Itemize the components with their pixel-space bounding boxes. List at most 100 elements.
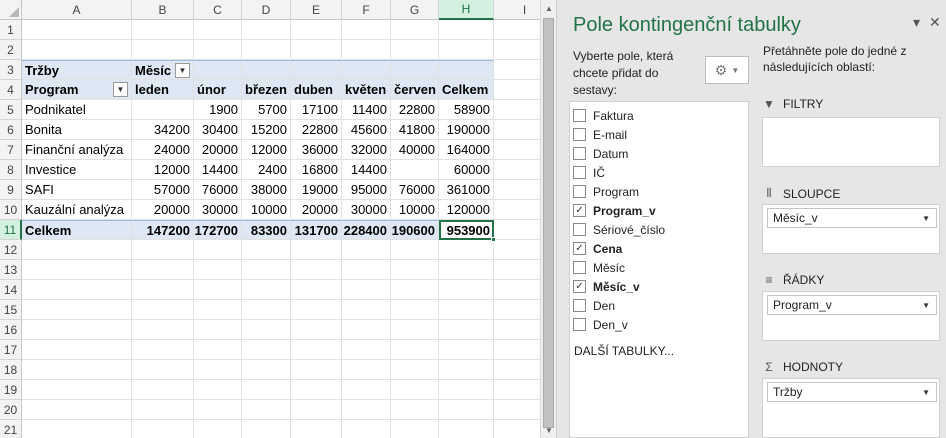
cell[interactable] <box>22 360 132 380</box>
checkbox-checked-icon[interactable]: ✓ <box>573 242 586 255</box>
cell[interactable] <box>391 340 439 360</box>
pivot-value-cell[interactable]: 38000 <box>242 180 291 200</box>
cell[interactable] <box>439 360 494 380</box>
cell[interactable] <box>194 240 242 260</box>
panel-options-chevron-icon[interactable]: ▾ <box>913 14 920 31</box>
cell[interactable] <box>291 340 342 360</box>
cell[interactable] <box>391 260 439 280</box>
cell[interactable] <box>291 400 342 420</box>
cell[interactable] <box>342 420 391 438</box>
pivot-value-cell[interactable]: 19000 <box>291 180 342 200</box>
cell[interactable] <box>194 40 242 60</box>
row-header-18[interactable]: 18 <box>0 360 22 380</box>
fill-handle[interactable] <box>491 237 496 242</box>
row-header-13[interactable]: 13 <box>0 260 22 280</box>
cell[interactable] <box>242 420 291 438</box>
pivot-value-cell[interactable]: 41800 <box>391 120 439 140</box>
cell[interactable] <box>391 320 439 340</box>
pivot-value-cell[interactable]: 58900 <box>439 100 494 120</box>
cell[interactable] <box>342 260 391 280</box>
row-header-19[interactable]: 19 <box>0 380 22 400</box>
cell[interactable] <box>132 380 194 400</box>
pivot-month-header[interactable]: březen <box>242 80 291 100</box>
row-filter-dropdown-icon[interactable]: ▼ <box>113 82 128 97</box>
cell[interactable] <box>342 360 391 380</box>
pivot-value-cell[interactable]: 32000 <box>342 140 391 160</box>
cell[interactable] <box>242 40 291 60</box>
row-header-1[interactable]: 1 <box>0 20 22 40</box>
pivot-value-cell[interactable]: 14400 <box>194 160 242 180</box>
cell[interactable] <box>132 360 194 380</box>
field-item[interactable]: Faktura <box>573 106 634 125</box>
pivot-column-field-header[interactable]: Měsíc ▼ <box>132 60 194 80</box>
pivot-value-cell[interactable]: 1900 <box>194 100 242 120</box>
checkbox-icon[interactable] <box>573 261 586 274</box>
scroll-down-arrow-icon[interactable]: ▼ <box>541 422 557 438</box>
cell[interactable] <box>132 260 194 280</box>
column-header-b[interactable]: B <box>132 0 194 20</box>
cell[interactable] <box>439 240 494 260</box>
pivot-value-cell[interactable] <box>391 160 439 180</box>
cell[interactable] <box>494 320 540 340</box>
cell[interactable] <box>342 40 391 60</box>
cell[interactable] <box>494 140 540 160</box>
tools-button[interactable]: ⚙ ▼ <box>705 56 749 84</box>
field-item[interactable]: ✓ Měsíc_v <box>573 277 640 296</box>
field-item[interactable]: Měsíc <box>573 258 625 277</box>
cell[interactable] <box>439 420 494 438</box>
pivot-month-header[interactable]: Celkem <box>439 80 494 100</box>
column-header-a[interactable]: A <box>22 0 132 20</box>
cell[interactable] <box>494 180 540 200</box>
cell[interactable] <box>439 300 494 320</box>
pivot-value-cell[interactable]: 40000 <box>391 140 439 160</box>
pivot-value-cell[interactable]: 76000 <box>194 180 242 200</box>
checkbox-icon[interactable] <box>573 147 586 160</box>
cell[interactable] <box>494 200 540 220</box>
cell[interactable] <box>494 20 540 40</box>
checkbox-icon[interactable] <box>573 166 586 179</box>
cell[interactable] <box>342 380 391 400</box>
cell[interactable] <box>342 340 391 360</box>
field-item[interactable]: ✓ Program_v <box>573 201 656 220</box>
pivot-value-label[interactable]: Tržby <box>22 60 132 80</box>
checkbox-icon[interactable] <box>573 185 586 198</box>
pivot-value-cell[interactable]: 57000 <box>132 180 194 200</box>
cell[interactable] <box>291 20 342 40</box>
cell[interactable] <box>439 320 494 340</box>
pivot-value-cell[interactable]: 15200 <box>242 120 291 140</box>
cell[interactable] <box>494 40 540 60</box>
pivot-row-label[interactable]: SAFI <box>22 180 132 200</box>
columns-drop-area[interactable]: Měsíc_v ▼ <box>762 204 940 254</box>
pivot-value-cell[interactable]: 36000 <box>291 140 342 160</box>
cell[interactable] <box>132 280 194 300</box>
cell[interactable] <box>22 340 132 360</box>
cell[interactable] <box>391 300 439 320</box>
cell[interactable] <box>439 260 494 280</box>
pivot-value-cell[interactable]: 20000 <box>194 140 242 160</box>
cell[interactable] <box>439 280 494 300</box>
cell[interactable] <box>22 260 132 280</box>
column-header-c[interactable]: C <box>194 0 242 20</box>
row-header-20[interactable]: 20 <box>0 400 22 420</box>
pivot-value-cell[interactable]: 30400 <box>194 120 242 140</box>
cell[interactable] <box>291 320 342 340</box>
pivot-month-header[interactable]: červen <box>391 80 439 100</box>
row-header-5[interactable]: 5 <box>0 100 22 120</box>
checkbox-icon[interactable] <box>573 318 586 331</box>
cell[interactable] <box>494 340 540 360</box>
cell[interactable] <box>391 40 439 60</box>
field-item[interactable]: E-mail <box>573 125 627 144</box>
cell[interactable] <box>439 40 494 60</box>
cell[interactable] <box>439 340 494 360</box>
cell[interactable] <box>494 260 540 280</box>
cell[interactable] <box>391 400 439 420</box>
pivot-total-cell[interactable]: 228400 <box>342 220 391 240</box>
cell[interactable] <box>132 420 194 438</box>
close-icon[interactable]: ✕ <box>929 14 941 31</box>
pivot-total-cell[interactable]: 172700 <box>194 220 242 240</box>
cell[interactable] <box>494 420 540 438</box>
cell[interactable] <box>194 60 242 80</box>
cell[interactable] <box>391 280 439 300</box>
values-field-pill[interactable]: Tržby ▼ <box>767 382 937 402</box>
row-header-12[interactable]: 12 <box>0 240 22 260</box>
